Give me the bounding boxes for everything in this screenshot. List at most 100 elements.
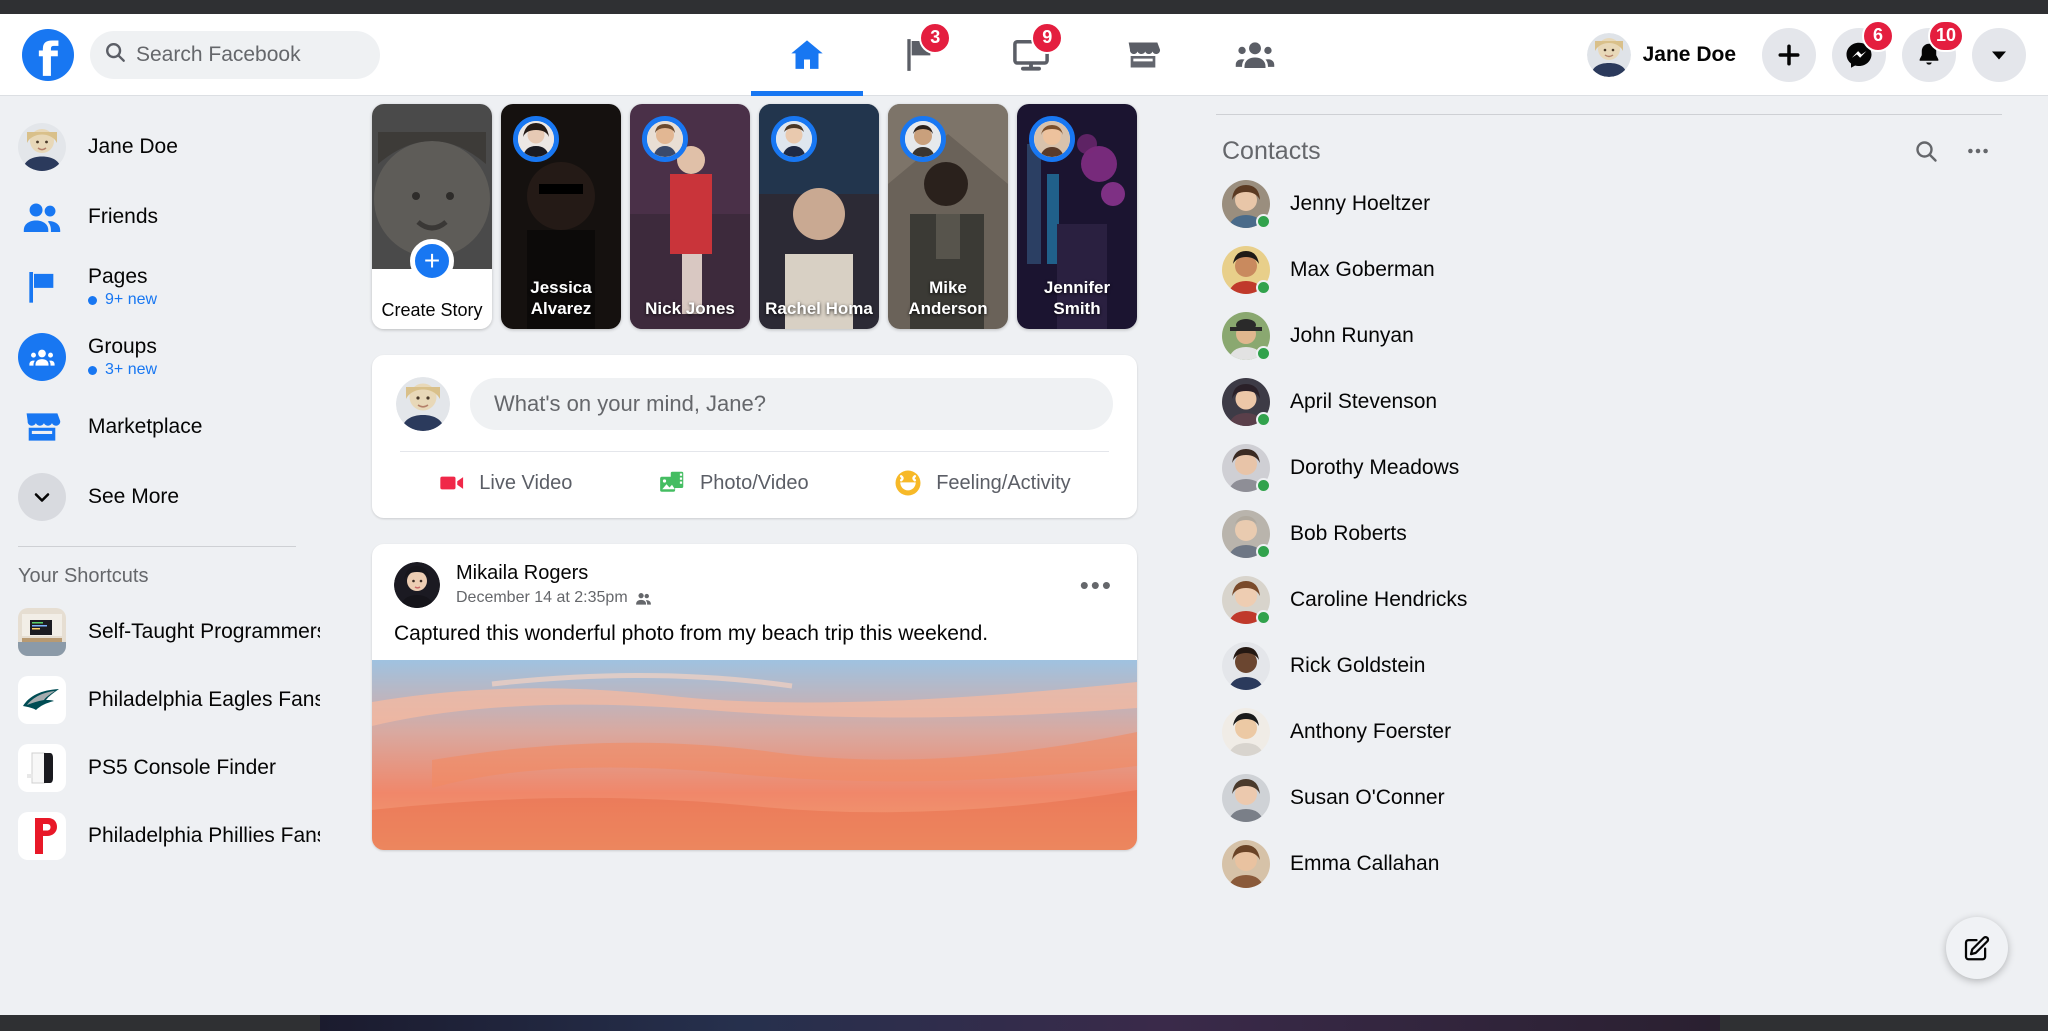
contacts-header: Contacts bbox=[1210, 131, 2008, 171]
contact-name: Emma Callahan bbox=[1290, 852, 1440, 875]
os-top-bar bbox=[0, 0, 2048, 14]
composer-input[interactable]: What's on your mind, Jane? bbox=[470, 378, 1113, 430]
eagles-logo-icon bbox=[18, 676, 66, 724]
facebook-f-logo-icon[interactable]: f bbox=[22, 28, 74, 81]
new-message-fab[interactable] bbox=[1946, 917, 2008, 979]
create-button[interactable] bbox=[1762, 27, 1816, 82]
contacts-search-button[interactable] bbox=[1906, 131, 1946, 171]
contact-name: April Stevenson bbox=[1290, 390, 1438, 413]
avatar bbox=[1222, 378, 1271, 427]
shortcut-self-taught-programmers[interactable]: Self-Taught Programmers bbox=[0, 598, 320, 666]
story-card-nick-jones[interactable]: Nick Jones bbox=[630, 104, 750, 329]
account-menu-button[interactable] bbox=[1972, 27, 2026, 82]
story-card-create[interactable]: + Create Story bbox=[372, 104, 492, 329]
phillies-logo-icon bbox=[18, 812, 66, 860]
people-icon bbox=[1236, 41, 1275, 68]
contact-row[interactable]: Bob Roberts bbox=[1210, 501, 2008, 567]
messenger-button[interactable]: 6 bbox=[1832, 19, 1894, 82]
post-menu-button[interactable]: ••• bbox=[1080, 570, 1113, 601]
compose-icon bbox=[1964, 936, 1990, 961]
sidebar-groups-badge: 3+ new bbox=[88, 361, 157, 379]
sidebar-item-pages[interactable]: Pages 9+ new bbox=[0, 252, 320, 322]
online-status-dot bbox=[1256, 478, 1271, 493]
shortcut-label: Philadelphia Phillies Fans bbox=[88, 824, 320, 847]
live-video-button[interactable]: Live Video bbox=[438, 469, 572, 497]
contact-row[interactable]: Jenny Hoeltzer bbox=[1210, 171, 2008, 237]
new-dot-icon bbox=[88, 365, 97, 375]
online-status-dot bbox=[1256, 214, 1271, 229]
plus-icon bbox=[1778, 44, 1800, 65]
contact-row[interactable]: Emma Callahan bbox=[1210, 831, 2008, 897]
search-icon bbox=[104, 41, 126, 68]
nav-tab-home[interactable] bbox=[751, 14, 864, 96]
contacts-top-divider bbox=[1216, 114, 2002, 115]
post-author-name[interactable]: Mikaila Rogers bbox=[456, 562, 652, 585]
story-card-jessica-alvarez[interactable]: Jessica Alvarez bbox=[501, 104, 621, 329]
contact-row[interactable]: John Runyan bbox=[1210, 303, 2008, 369]
notifications-badge: 10 bbox=[1927, 19, 1964, 52]
composer-row: What's on your mind, Jane? bbox=[396, 377, 1113, 431]
chevron-down-icon bbox=[18, 473, 66, 521]
search-input[interactable]: Search Facebook bbox=[90, 30, 380, 79]
avatar bbox=[1222, 642, 1270, 690]
contact-row[interactable]: Caroline Hendricks bbox=[1210, 567, 2008, 633]
nav-tab-pages[interactable]: 3 bbox=[863, 14, 975, 96]
sidebar-item-label: Groups bbox=[88, 335, 157, 358]
shortcut-label: PS5 Console Finder bbox=[88, 756, 276, 779]
feeling-activity-button[interactable]: Feeling/Activity bbox=[893, 468, 1071, 498]
avatar bbox=[1222, 840, 1270, 888]
sidebar-item-marketplace[interactable]: Marketplace bbox=[0, 392, 320, 462]
contact-row[interactable]: Dorothy Meadows bbox=[1210, 435, 2008, 501]
nav-tab-marketplace[interactable] bbox=[1087, 14, 1199, 96]
contact-name: Rick Goldstein bbox=[1290, 654, 1426, 677]
shortcut-philadelphia-phillies-fans[interactable]: Philadelphia Phillies Fans bbox=[0, 802, 320, 870]
composer-action-label: Feeling/Activity bbox=[936, 471, 1071, 494]
new-dot-icon bbox=[88, 295, 97, 305]
avatar bbox=[1222, 774, 1270, 822]
photo-video-icon bbox=[660, 471, 684, 492]
shortcut-ps5-console-finder[interactable]: PS5 Console Finder bbox=[0, 734, 320, 802]
nav-tab-groups[interactable] bbox=[1199, 14, 1311, 96]
sidebar-item-friends[interactable]: Friends bbox=[0, 182, 320, 252]
friends-icon bbox=[635, 592, 651, 605]
contact-name: Dorothy Meadows bbox=[1290, 456, 1460, 479]
story-author-avatar bbox=[513, 116, 559, 162]
contact-row[interactable]: Susan O'Conner bbox=[1210, 765, 2008, 831]
post-timestamp: December 14 at 2:35pm bbox=[456, 589, 628, 606]
sidebar-item-profile[interactable]: Jane Doe bbox=[0, 112, 320, 182]
sidebar-item-see-more[interactable]: See More bbox=[0, 462, 320, 532]
composer-actions: Live Video Photo/Video Feeling/Activity bbox=[396, 452, 1113, 504]
notifications-button[interactable]: 10 bbox=[1902, 19, 1964, 82]
post-image[interactable] bbox=[372, 660, 1137, 850]
header-right-section: Jane Doe 6 10 bbox=[1583, 19, 2048, 82]
sidebar-item-groups[interactable]: Groups 3+ new bbox=[0, 322, 320, 392]
desk-photo-icon bbox=[18, 608, 66, 656]
friends-icon bbox=[18, 193, 66, 241]
shortcuts-heading: Your Shortcuts bbox=[18, 565, 149, 587]
stories-tray: + Create Story Jessica Alvarez Nick Jone… bbox=[320, 96, 1180, 329]
active-tab-underline bbox=[751, 90, 864, 96]
shortcut-philadelphia-eagles-fans[interactable]: Philadelphia Eagles Fans bbox=[0, 666, 320, 734]
story-card-rachel-homa[interactable]: Rachel Homa bbox=[759, 104, 879, 329]
avatar bbox=[1222, 510, 1271, 559]
sidebar-item-label: Jane Doe bbox=[88, 135, 178, 158]
contact-row[interactable]: Max Goberman bbox=[1210, 237, 2008, 303]
photo-video-button[interactable]: Photo/Video bbox=[657, 468, 809, 498]
plus-icon: + bbox=[410, 239, 454, 283]
nav-tab-watch[interactable]: 9 bbox=[975, 14, 1087, 96]
story-author-avatar bbox=[1029, 116, 1075, 162]
contact-row[interactable]: Rick Goldstein bbox=[1210, 633, 2008, 699]
contacts-panel: Contacts Jenny Hoeltzer Max Goberman Joh… bbox=[1180, 96, 2048, 1015]
story-label: Jennifer Smith bbox=[1043, 277, 1111, 318]
story-card-mike-anderson[interactable]: Mike Anderson bbox=[888, 104, 1008, 329]
contacts-more-button[interactable] bbox=[1958, 131, 1998, 171]
contact-row[interactable]: Anthony Foerster bbox=[1210, 699, 2008, 765]
story-author-avatar bbox=[642, 116, 688, 162]
header-profile-button[interactable]: Jane Doe bbox=[1583, 29, 1746, 81]
sidebar-groups-text: Groups 3+ new bbox=[88, 335, 157, 379]
contact-row[interactable]: April Stevenson bbox=[1210, 369, 2008, 435]
app-header: f Search Facebook 3 9 Jane Doe 6 10 bbox=[0, 14, 2048, 96]
header-nav-tabs: 3 9 bbox=[480, 14, 1583, 96]
avatar[interactable] bbox=[394, 562, 440, 608]
story-card-jennifer-smith[interactable]: Jennifer Smith bbox=[1017, 104, 1137, 329]
